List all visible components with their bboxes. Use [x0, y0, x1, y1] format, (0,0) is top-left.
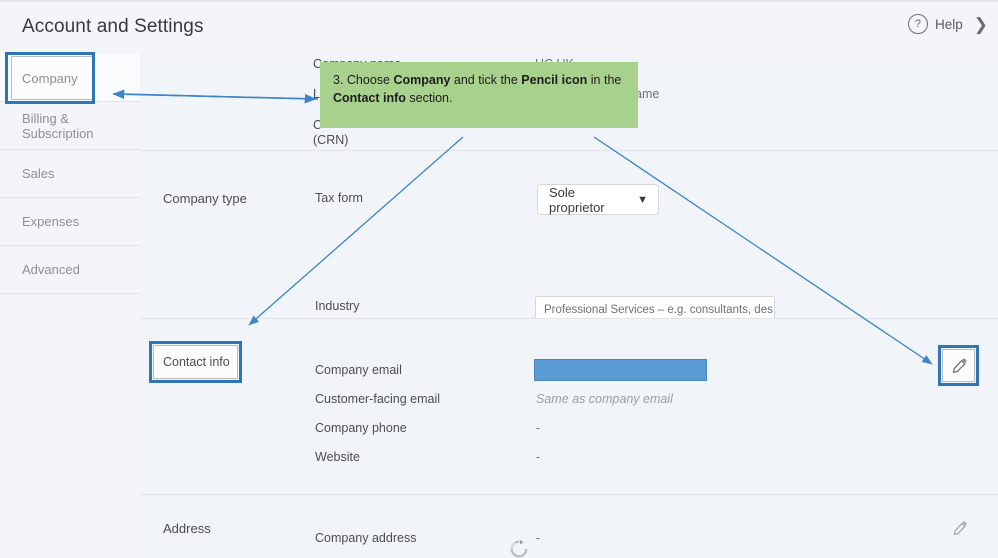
tax-form-selected-value: Sole proprietor — [549, 184, 605, 215]
company-phone-value-wrap: - — [536, 421, 540, 435]
company-phone-label: Company phone — [315, 421, 407, 435]
customer-facing-email-label: Customer-facing email — [315, 392, 441, 406]
chevron-down-icon: ▼ — [637, 193, 648, 206]
industry-label: Industry — [315, 299, 360, 313]
sidebar-item-label: Expenses — [22, 214, 80, 229]
crn-label-line2: (CRN) — [313, 133, 349, 147]
account-settings-page: Account and Settings ? Help ❯ Company Bi… — [0, 0, 998, 558]
pencil-icon-highlighted[interactable] — [951, 357, 967, 373]
company-phone-value: - — [536, 421, 541, 435]
legal-name-label: L — [313, 87, 320, 101]
contact-info-section: Contact info Company email Customer-faci… — [140, 318, 998, 495]
sidebar-item-sales[interactable]: Sales — [0, 150, 140, 198]
website-label: Website — [315, 450, 360, 464]
legal-name-value: ame — [635, 87, 660, 101]
company-address-label: Company address — [315, 531, 417, 545]
company-address-row: Company address — [315, 531, 416, 545]
company-email-row: Company email — [315, 363, 402, 377]
customer-facing-email-value: Same as company email — [536, 392, 673, 406]
header-top-rule — [0, 0, 998, 2]
address-section: Address Company address - Customer-facin… — [140, 494, 998, 558]
website-row: Website — [315, 450, 360, 464]
tax-form-label: Tax form — [315, 191, 363, 205]
industry-row: Industry — [315, 299, 359, 313]
sidebar-item-label: Sales — [22, 166, 55, 181]
sidebar-item-label: Advanced — [22, 262, 80, 277]
instruction-callout: 3. Choose Company and tick the Pencil ic… — [320, 62, 638, 128]
settings-sidebar: Company Billing & Subscription Sales Exp… — [0, 54, 141, 558]
company-address-value: - — [536, 531, 541, 545]
sidebar-item-billing-subscription[interactable]: Billing & Subscription — [0, 102, 140, 150]
chevron-right-icon[interactable]: ❯ — [974, 16, 988, 33]
sidebar-company-highlight-label: Company — [22, 71, 78, 86]
tax-form-row: Tax form — [315, 191, 363, 205]
company-type-section-title: Company type — [163, 191, 247, 206]
tax-form-select[interactable]: Sole proprietor ▼ — [537, 184, 659, 215]
page-header: Account and Settings ? Help ❯ — [0, 0, 998, 54]
contact-info-highlight-label: Contact info — [163, 355, 230, 369]
help-control[interactable]: ? Help ❯ — [907, 14, 988, 34]
company-phone-row: Company phone — [315, 421, 407, 435]
company-type-section: Company type Tax form Sole proprietor ▼ … — [140, 150, 998, 377]
customer-facing-email-row: Customer-facing email — [315, 392, 440, 406]
pencil-icon[interactable] — [952, 520, 968, 536]
sidebar-item-label: Billing & Subscription — [22, 110, 94, 141]
settings-main-panel: Company name HC UK L ame C (CRN) Company… — [140, 54, 998, 558]
company-address-value-wrap: - — [536, 531, 540, 545]
help-label: Help — [934, 16, 963, 32]
company-email-redacted-value — [534, 359, 707, 381]
address-section-title: Address — [163, 521, 211, 536]
website-value-wrap: - — [536, 450, 540, 464]
page-title: Account and Settings — [22, 16, 204, 37]
customer-facing-email-value-wrap: Same as company email — [536, 392, 673, 406]
company-email-label: Company email — [315, 363, 402, 377]
industry-input-value: Professional Services – e.g. consultants… — [544, 303, 773, 316]
question-circle-icon: ? — [907, 14, 928, 34]
website-value: - — [536, 450, 541, 464]
callout-text: 3. Choose Company and tick the Pencil ic… — [333, 73, 622, 106]
sidebar-filler — [0, 294, 140, 558]
sidebar-item-expenses[interactable]: Expenses — [0, 198, 140, 246]
sidebar-item-advanced[interactable]: Advanced — [0, 246, 140, 294]
